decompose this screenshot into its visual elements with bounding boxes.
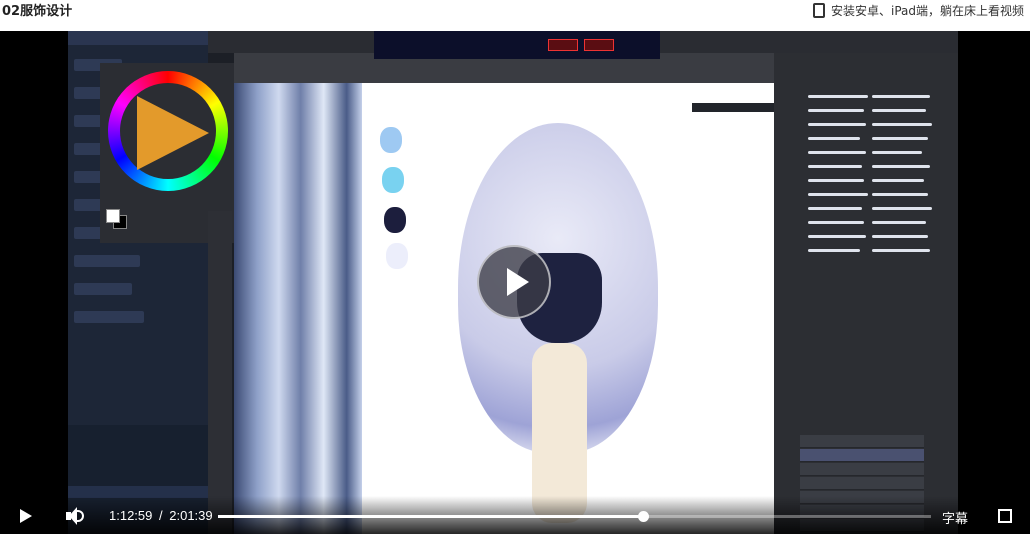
color-swatch-1 <box>380 127 402 153</box>
video-right-panels <box>774 53 958 534</box>
progress-bar[interactable] <box>218 511 931 522</box>
subtitle-button[interactable]: 字幕 <box>942 508 968 527</box>
time-display: 1:12:59 / 2:01:39 <box>109 508 213 523</box>
promo-text[interactable]: 安装安卓、iPad端，躺在床上看视频 <box>831 2 1024 19</box>
current-time: 1:12:59 <box>109 508 153 523</box>
big-play-icon[interactable] <box>477 245 551 319</box>
device-icon <box>812 3 825 18</box>
top-bar: 02服饰设计 安装安卓、iPad端，躺在床上看视频 <box>0 0 1030 30</box>
play-icon[interactable] <box>20 509 32 523</box>
reference-photo <box>234 83 362 534</box>
video-player[interactable] <box>0 31 1030 534</box>
time-separator: / <box>159 508 163 523</box>
duration: 2:01:39 <box>169 508 213 523</box>
drawing-canvas <box>362 83 790 534</box>
color-swatch-3 <box>384 207 406 233</box>
color-swatch-4 <box>386 243 408 269</box>
color-triangle <box>137 96 209 170</box>
volume-icon[interactable] <box>66 507 86 525</box>
video-chat-header <box>68 31 208 45</box>
video-tool-column <box>208 211 232 534</box>
video-live-toolbar <box>374 31 660 59</box>
progress-handle[interactable] <box>637 511 649 522</box>
color-swatch-2 <box>382 167 404 193</box>
foreground-color-swatch <box>106 209 120 223</box>
video-title: 02服饰设计 <box>2 4 73 19</box>
fullscreen-icon[interactable] <box>998 509 1012 523</box>
progress-fill <box>218 515 643 518</box>
app-install-promo[interactable]: 安装安卓、iPad端，躺在床上看视频 <box>812 2 1024 19</box>
